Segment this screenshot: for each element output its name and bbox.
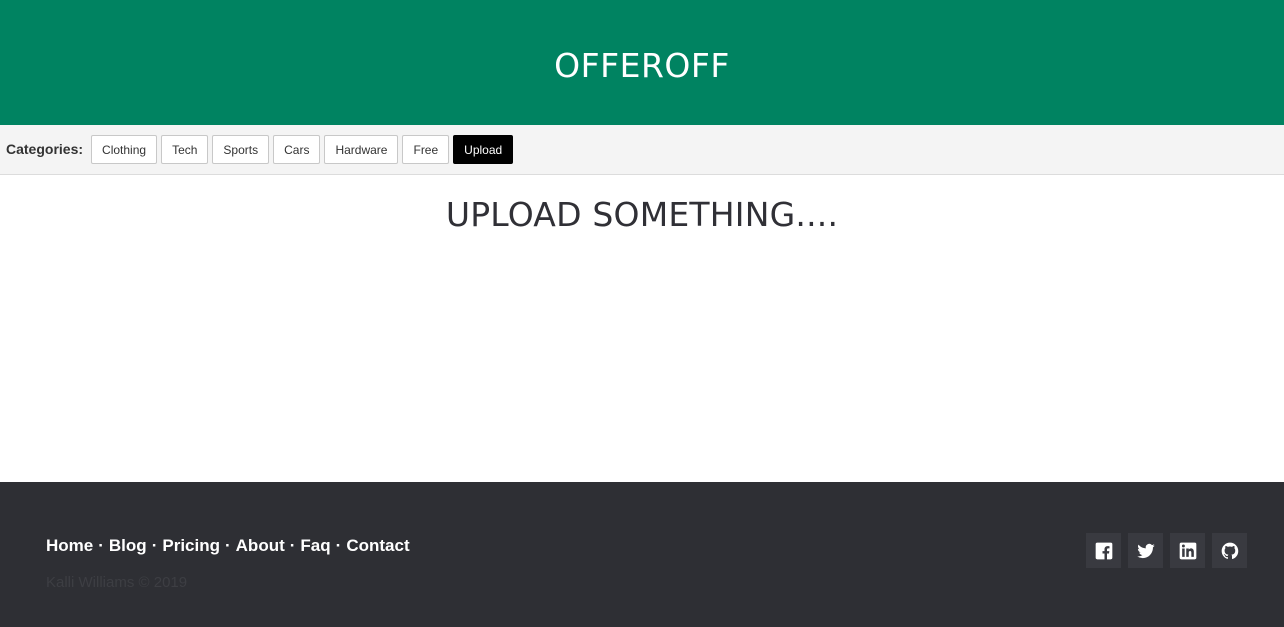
footer-separator: · <box>151 536 158 555</box>
category-sports-button[interactable]: Sports <box>212 135 270 164</box>
site-header: OFFEROFF <box>0 0 1284 125</box>
footer-separator: · <box>224 536 231 555</box>
copyright-text: Kalli Williams © 2019 <box>46 574 188 591</box>
footer-link-about[interactable]: About <box>236 536 285 556</box>
footer-link-pricing[interactable]: Pricing <box>162 536 220 556</box>
linkedin-icon <box>1179 542 1196 559</box>
page-heading: UPLOAD SOMETHING.... <box>445 195 839 234</box>
category-clothing-button[interactable]: Clothing <box>91 135 158 164</box>
twitter-icon <box>1136 543 1155 558</box>
social-links <box>1079 533 1247 568</box>
facebook-button[interactable] <box>1086 533 1121 568</box>
site-title[interactable]: OFFEROFF <box>554 46 730 85</box>
footer-link-blog[interactable]: Blog <box>109 536 147 556</box>
category-tech-button[interactable]: Tech <box>161 135 209 164</box>
main-content: UPLOAD SOMETHING.... <box>0 175 1284 482</box>
github-icon <box>1221 542 1238 559</box>
upload-button[interactable]: Upload <box>453 135 514 164</box>
linkedin-button[interactable] <box>1170 533 1205 568</box>
categories-label: Categories: <box>6 140 84 157</box>
twitter-button[interactable] <box>1128 533 1163 568</box>
categories-bar: Categories: Clothing Tech Sports Cars Ha… <box>0 125 1284 175</box>
footer-separator: · <box>98 536 104 555</box>
footer-link-faq[interactable]: Faq <box>300 536 330 556</box>
category-hardware-button[interactable]: Hardware <box>324 135 399 164</box>
footer-link-contact[interactable]: Contact <box>346 536 409 556</box>
footer-separator: · <box>289 536 296 555</box>
footer-separator: · <box>335 536 342 555</box>
footer-nav: Home · Blog · Pricing · About · Faq · Co… <box>46 536 410 556</box>
facebook-icon <box>1095 542 1112 559</box>
footer-link-home[interactable]: Home <box>46 536 93 556</box>
site-footer: Home · Blog · Pricing · About · Faq · Co… <box>0 482 1284 627</box>
github-button[interactable] <box>1212 533 1247 568</box>
category-cars-button[interactable]: Cars <box>273 135 321 164</box>
category-free-button[interactable]: Free <box>402 135 450 164</box>
